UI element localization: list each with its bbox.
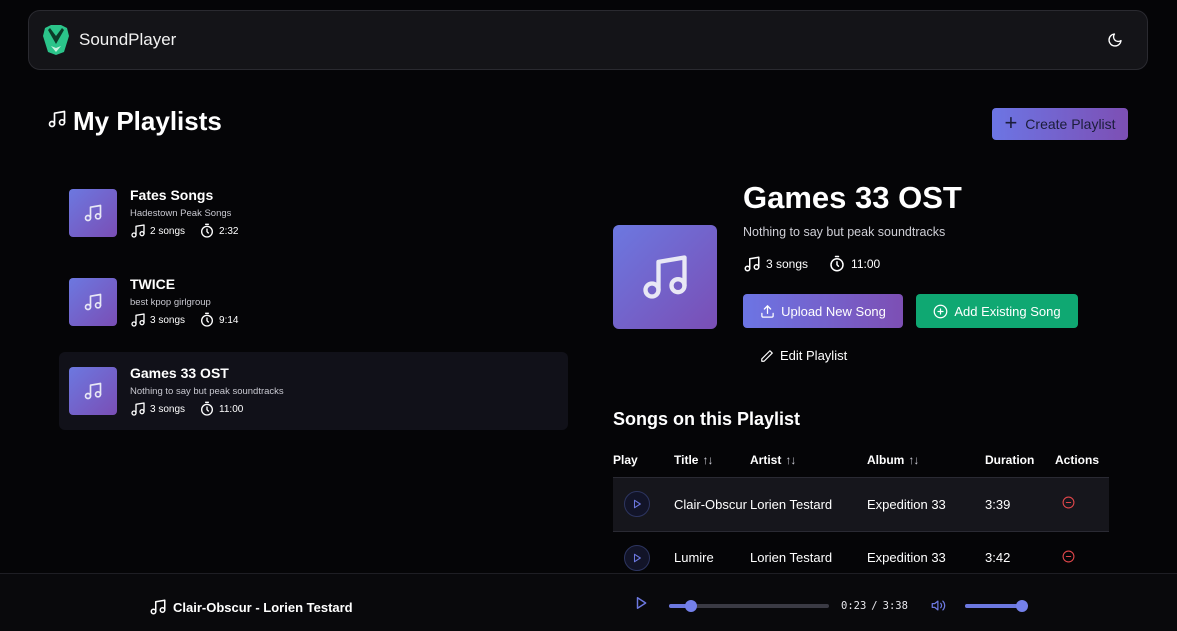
player-play-button[interactable] [634, 596, 648, 615]
playlist-thumbnail [69, 367, 117, 415]
time-display: 0:23 / 3:38 [841, 600, 908, 612]
sort-icon: ↑↓ [908, 452, 919, 467]
upload-new-song-button[interactable]: Upload New Song [743, 294, 903, 328]
volume-slider[interactable] [965, 600, 1029, 612]
create-playlist-button[interactable]: + Create Playlist [992, 108, 1128, 140]
song-count: 3 songs [766, 257, 809, 271]
now-playing: Clair-Obscur - Lorien Testard [149, 598, 353, 616]
song-count: 3 songs [150, 314, 186, 326]
column-header-title[interactable]: Title ↑↓ [674, 443, 750, 477]
table-row: Clair-Obscur Lorien Testard Expedition 3… [613, 477, 1109, 531]
music-note-icon [643, 255, 687, 299]
now-playing-label: Clair-Obscur - Lorien Testard [173, 599, 353, 615]
playlist-thumbnail [69, 189, 117, 237]
playlist-meta: 3 songs 11:00 [743, 255, 880, 273]
minus-circle-icon [1062, 496, 1075, 509]
music-note-icon [744, 256, 760, 272]
remove-song-button[interactable] [1062, 550, 1075, 563]
volume-fill [965, 604, 1023, 608]
playlist-thumbnail [69, 278, 117, 326]
minus-circle-icon [1062, 550, 1075, 563]
songs-heading: Songs on this Playlist [613, 409, 801, 429]
song-title: Clair-Obscur [674, 496, 747, 512]
timer-icon [201, 401, 214, 416]
remove-song-button[interactable] [1062, 496, 1075, 509]
time-separator: / [871, 600, 878, 612]
playlist-duration: 11:00 [219, 403, 244, 415]
upload-icon [761, 304, 774, 318]
progress-slider[interactable] [669, 600, 829, 612]
playlist-item-selected[interactable]: Games 33 OST Nothing to say but peak sou… [59, 352, 568, 430]
play-song-button[interactable] [624, 491, 650, 517]
column-header-duration: Duration [985, 452, 1035, 467]
music-note-icon [131, 402, 145, 416]
timer-icon [830, 255, 844, 272]
play-icon [633, 499, 641, 509]
column-header-actions: Actions [1055, 452, 1100, 467]
playlist-list: Fates Songs Hadestown Peak Songs 2 songs… [59, 174, 568, 441]
songs-table: Play Title ↑↓ Artist ↑↓ Album ↑↓ Duration A… [613, 443, 1109, 584]
playlist-cover [613, 225, 717, 329]
song-count: 2 songs [150, 225, 186, 237]
timer-icon [201, 312, 214, 327]
timer-icon [201, 223, 214, 238]
playlist-name: TWICE [130, 276, 176, 292]
column-header-play: Play [613, 452, 638, 467]
playlist-description: best kpop girlgroup [130, 297, 211, 308]
add-existing-label: Add Existing Song [954, 303, 1061, 319]
plus-circle-icon [934, 304, 948, 318]
music-note-icon [150, 599, 166, 615]
song-artist: Lorien Testard [750, 496, 833, 512]
sort-icon: ↑↓ [702, 452, 713, 467]
volume-icon[interactable] [931, 598, 946, 618]
song-count: 3 songs [150, 403, 186, 415]
playlist-description: Nothing to say but peak soundtracks [743, 225, 946, 239]
playlist-name: Games 33 OST [130, 365, 229, 381]
navbar: SoundPlayer [28, 10, 1148, 70]
play-icon [633, 553, 641, 563]
playlist-description: Hadestown Peak Songs [130, 208, 232, 219]
sort-icon: ↑↓ [785, 452, 796, 467]
song-album: Expedition 33 [867, 496, 946, 512]
current-time: 0:23 [841, 600, 867, 612]
music-note-icon [84, 204, 102, 222]
volume-handle[interactable] [1016, 600, 1029, 612]
column-header-album[interactable]: Album ↑↓ [867, 443, 985, 477]
total-time: 3:38 [882, 600, 908, 612]
player-bar: Clair-Obscur - Lorien Testard 0:23 / 3:3… [0, 573, 1177, 631]
pencil-icon [761, 349, 773, 362]
create-playlist-label: Create Playlist [1025, 116, 1116, 132]
playlist-name: Fates Songs [130, 187, 214, 203]
playlist-duration: 9:14 [219, 314, 239, 326]
playlist-item[interactable]: Fates Songs Hadestown Peak Songs 2 songs… [59, 174, 568, 252]
add-existing-song-button[interactable]: Add Existing Song [916, 294, 1078, 328]
music-note-icon [131, 224, 145, 238]
page-title: My Playlists [47, 106, 222, 137]
playlist-item[interactable]: TWICE best kpop girlgroup 3 songs 9:14 [59, 263, 568, 341]
play-icon [636, 597, 647, 609]
music-note-icon [47, 109, 67, 134]
edit-playlist-label: Edit Playlist [780, 348, 848, 363]
play-song-button[interactable] [624, 544, 650, 571]
music-note-icon [84, 382, 102, 400]
page-heading: My Playlists [73, 106, 222, 136]
progress-handle[interactable] [685, 600, 698, 612]
brand-name[interactable]: SoundPlayer [79, 30, 176, 50]
logo-icon[interactable] [41, 23, 71, 57]
music-note-icon [131, 313, 145, 327]
playlist-duration: 11:00 [851, 257, 881, 271]
music-note-icon [84, 293, 102, 311]
edit-playlist-button[interactable]: Edit Playlist [760, 348, 847, 363]
playlist-description: Nothing to say but peak soundtracks [130, 386, 284, 397]
upload-label: Upload New Song [781, 303, 886, 319]
plus-icon: + [1004, 110, 1018, 135]
column-header-artist[interactable]: Artist ↑↓ [750, 443, 867, 477]
moon-icon[interactable] [1099, 24, 1131, 56]
playlist-title: Games 33 OST [743, 180, 962, 215]
song-duration: 3:39 [985, 496, 1011, 512]
playlist-duration: 2:32 [219, 225, 239, 237]
